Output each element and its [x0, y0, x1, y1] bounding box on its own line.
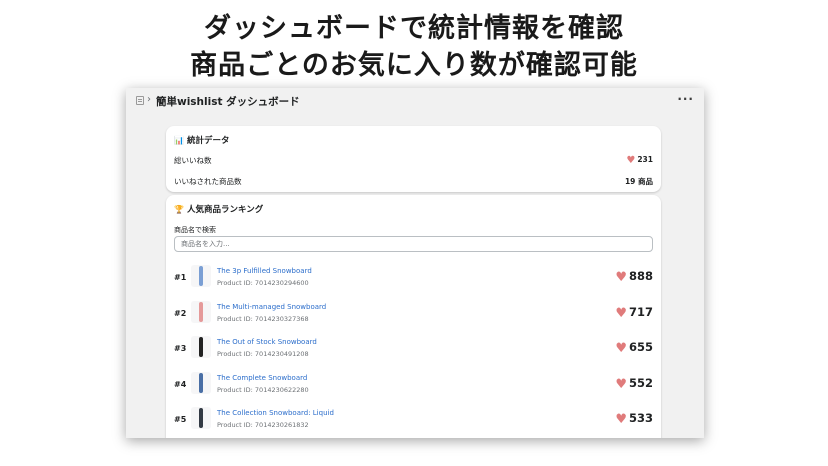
like-count: ♥ 717 [615, 304, 653, 321]
rank-number: #3 [174, 344, 187, 353]
liked-products-value: 19 商品 [624, 177, 653, 186]
snowboard-image [199, 408, 203, 428]
search-input[interactable] [174, 236, 653, 252]
product-id: Product ID: 7014230622280 [217, 385, 309, 394]
like-count-number: 888 [628, 269, 653, 283]
ranking-row: #4 The Complete Snowboard Product ID: 7014… [166, 368, 661, 403]
like-count: ♥ 655 [615, 340, 653, 356]
rank-number: #4 [174, 379, 187, 389]
ranking-row: #1 The 3p Fulfilled Snowboard Product ID: … [166, 261, 661, 296]
stats-card: 📊 統計データ 総いいね数 ♥ 231 いいねされた商品数 19 商品 [166, 126, 661, 192]
product-name-link[interactable]: The Out of Stock Snowboard [217, 338, 317, 346]
app-icon[interactable] [136, 96, 144, 105]
like-count-number: 552 [628, 375, 653, 390]
ranking-row: #2 The Multi-managed Snowboard Product ID:… [166, 297, 661, 332]
heart-icon: ♥ [615, 341, 627, 356]
ranking-card: 🏆人気商品ランキング 商品名で検索 #1 The 3p Fulfilled Sno… [166, 195, 661, 438]
product-id: Product ID: 7014230261832 [217, 421, 309, 429]
heart-icon: ♥ [615, 376, 627, 392]
product-name-link[interactable]: The Collection Snowboard: Liquid [217, 409, 334, 417]
stats-title-text: 統計データ [186, 136, 230, 146]
headline-line-1: ダッシュボードで統計情報を確認 [204, 13, 624, 44]
product-name-link[interactable]: The Complete Snowboard [217, 374, 307, 382]
product-thumbnail[interactable] [191, 336, 211, 358]
breadcrumb-separator: › [147, 94, 151, 105]
product-thumbnail[interactable] [191, 265, 211, 287]
product-name-link[interactable]: The Multi-managed Snowboard [217, 303, 326, 311]
ranking-row: #3 The Out of Stock Snowboard Product ID: … [166, 332, 661, 367]
rank-number: #5 [174, 415, 187, 424]
product-id: Product ID: 7014230327368 [217, 314, 309, 323]
snowboard-image [199, 337, 203, 357]
like-count-number: 533 [628, 411, 653, 425]
product-name-link[interactable]: The 3p Fulfilled Snowboard [217, 267, 312, 275]
product-thumbnail[interactable] [191, 407, 211, 429]
heart-icon: ♥ [615, 412, 627, 427]
bar-chart-icon: 📊 [174, 136, 184, 145]
like-count-number: 717 [628, 304, 653, 319]
total-likes-number: 231 [637, 155, 653, 164]
stats-title: 📊 統計データ [174, 134, 229, 146]
top-bar: › 簡単wishlist ダッシュボード ··· [126, 88, 704, 114]
snowboard-image [199, 266, 203, 286]
headline-line-2: 商品ごとのお気に入り数が確認可能 [190, 50, 638, 81]
app-window: › 簡単wishlist ダッシュボード ··· 📊 統計データ 総いいね数 ♥ 2… [126, 88, 704, 438]
heart-icon: ♥ [615, 305, 627, 321]
like-count: ♥ 888 [615, 269, 653, 285]
product-thumbnail[interactable] [191, 371, 211, 394]
product-id: Product ID: 7014230294600 [217, 279, 309, 287]
total-likes-label: 総いいね数 [174, 156, 212, 165]
like-count-number: 655 [628, 340, 653, 354]
ranking-title-text: 人気商品ランキング [186, 205, 264, 215]
heart-icon: ♥ [626, 155, 636, 166]
ranking-title: 🏆 人気商品ランキング [174, 203, 263, 215]
search-label: 商品名で検索 [174, 226, 216, 234]
ranking-row: #5 The Collection Snowboard: Liquid Produc… [166, 403, 661, 438]
snowboard-image [199, 301, 203, 322]
product-id: Product ID: 7014230491208 [217, 350, 309, 358]
rank-number: #2 [174, 308, 187, 318]
product-thumbnail[interactable] [191, 300, 211, 323]
rank-number: #1 [174, 273, 187, 282]
heart-icon: ♥ [615, 270, 627, 285]
liked-products-label: いいねされた商品数 [174, 177, 242, 186]
like-count: ♥ 533 [615, 411, 653, 427]
trophy-icon: 🏆 [174, 205, 184, 214]
more-actions-icon[interactable]: ··· [677, 92, 694, 106]
like-count: ♥ 552 [615, 375, 653, 392]
total-likes-value: ♥ 231 [626, 154, 653, 166]
page-title: 簡単wishlist ダッシュボード [156, 96, 300, 108]
snowboard-image [199, 372, 203, 393]
